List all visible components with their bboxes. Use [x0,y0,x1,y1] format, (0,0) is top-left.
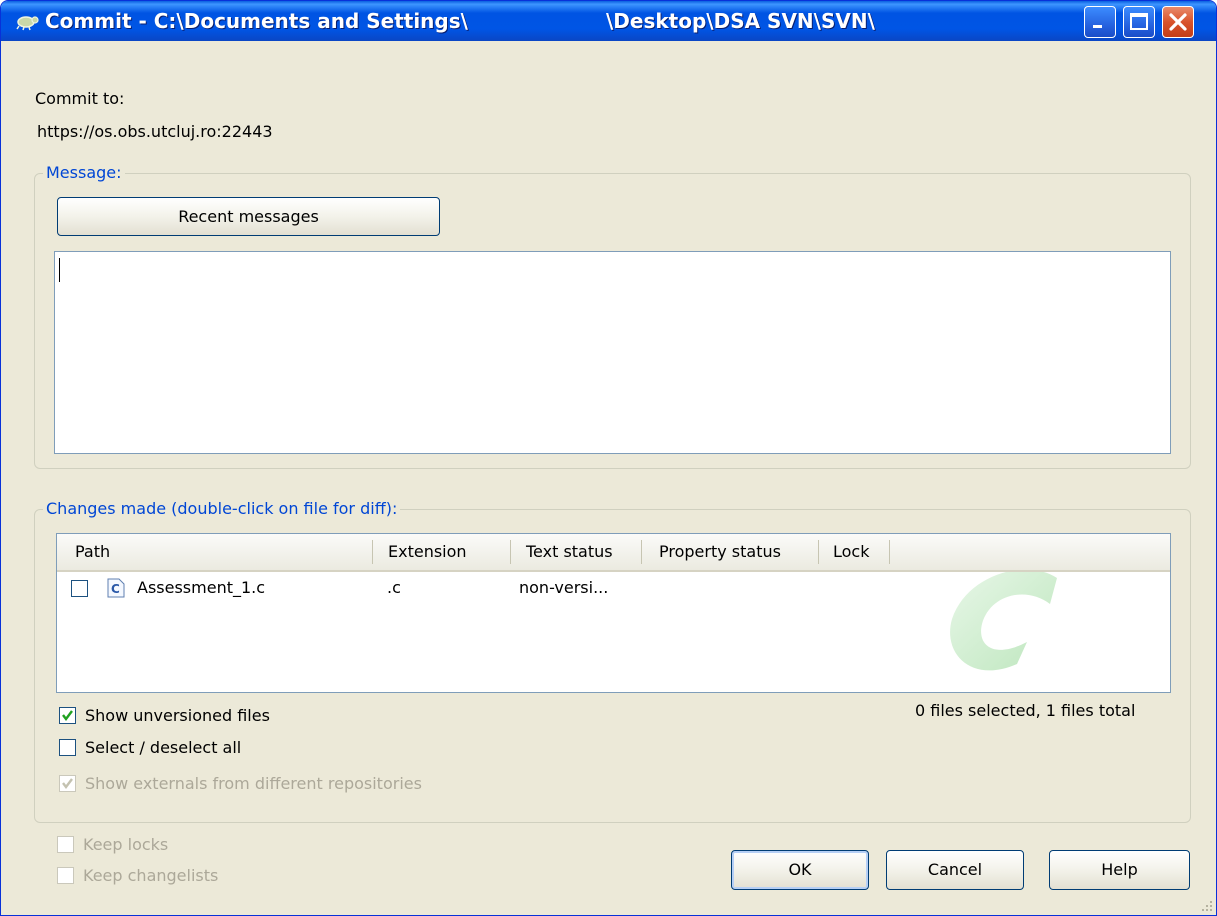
keep-locks-checkbox [57,836,74,853]
cancel-button[interactable]: Cancel [886,850,1024,890]
minimize-button[interactable] [1084,6,1116,38]
column-separator[interactable] [372,540,373,564]
row-extension: .c [387,578,401,597]
show-unversioned-checkbox[interactable] [59,707,76,724]
column-text-status[interactable]: Text status [526,534,613,570]
recent-messages-label: Recent messages [178,207,319,226]
maximize-button[interactable] [1123,6,1155,38]
commit-dialog: Commit - C:\Documents and Settings\ \Des… [0,0,1217,916]
column-extension[interactable]: Extension [388,534,467,570]
row-checkbox[interactable] [71,580,88,597]
c-file-icon: C [107,578,125,598]
select-all-label: Select / deselect all [85,738,242,757]
checkmark-icon [62,778,73,789]
help-label: Help [1101,860,1138,879]
recent-messages-button[interactable]: Recent messages [57,197,440,236]
checkmark-icon [62,710,73,721]
column-separator[interactable] [510,540,511,564]
window-title-left: Commit - C:\Documents and Settings\ [45,9,468,33]
changes-list[interactable]: Path Extension Text status Property stat… [56,533,1171,693]
show-externals-label: Show externals from different repositori… [85,774,422,793]
column-path[interactable]: Path [75,534,110,570]
keep-changelists-label: Keep changelists [83,866,219,885]
ok-button[interactable]: OK [731,850,869,890]
show-unversioned-label: Show unversioned files [85,706,270,725]
svg-text:C: C [111,582,120,596]
resize-grip-icon[interactable] [1198,897,1214,913]
column-separator[interactable] [818,540,819,564]
text-caret [59,258,60,282]
column-separator[interactable] [641,540,642,564]
column-lock[interactable]: Lock [833,534,869,570]
files-summary: 0 files selected, 1 files total [915,701,1136,720]
help-button[interactable]: Help [1049,850,1190,890]
window-title-right: \Desktop\DSA SVN\SVN\ [606,9,875,33]
show-externals-checkbox [59,775,76,792]
repository-url: https://os.obs.utcluj.ro:22443 [37,122,273,141]
maximize-icon [1130,13,1148,30]
message-group-title: Message: [43,163,125,182]
column-property-status[interactable]: Property status [659,534,781,570]
row-path: Assessment_1.c [137,578,266,597]
commit-to-label: Commit to: [35,89,125,108]
column-separator[interactable] [889,540,890,564]
c-watermark-icon [950,569,1057,671]
changes-group-title: Changes made (double-click on file for d… [43,499,401,518]
keep-locks-label: Keep locks [83,835,169,854]
keep-changelists-checkbox [57,867,74,884]
row-text-status: non-versi... [519,578,609,597]
tortoise-icon [16,16,39,31]
title-bar[interactable]: Commit - C:\Documents and Settings\ \Des… [1,1,1216,41]
ok-label: OK [788,860,812,879]
list-header: Path Extension Text status Property stat… [57,534,1170,572]
select-all-checkbox[interactable] [59,739,76,756]
close-button[interactable] [1162,6,1194,38]
minimize-icon [1093,25,1102,28]
close-icon [1169,13,1187,31]
message-editor[interactable] [54,251,1171,454]
cancel-label: Cancel [927,860,983,879]
